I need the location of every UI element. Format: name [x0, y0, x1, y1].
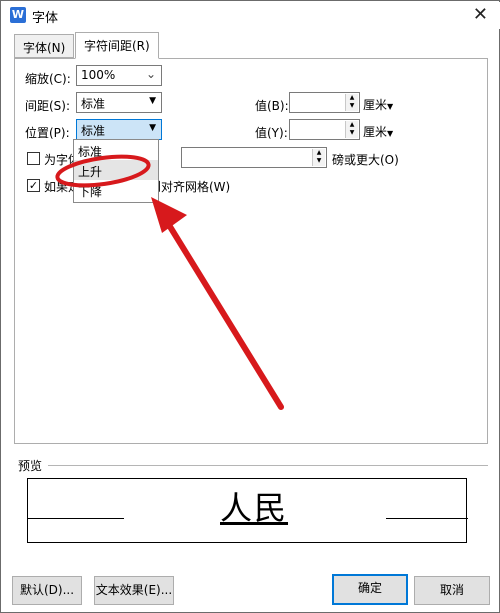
value-y-unit[interactable]: 厘米▼ — [363, 123, 393, 140]
default-button[interactable]: 默认(D)... — [12, 576, 82, 605]
snap-to-grid-checkbox[interactable]: ✓ — [27, 179, 40, 192]
kerning-suffix: 磅或更大(O) — [332, 153, 399, 167]
spinner-buttons[interactable]: ▲ ▼ — [345, 94, 358, 111]
spin-down-icon[interactable]: ▼ — [313, 157, 325, 165]
spacing-value: 标准 — [81, 97, 106, 111]
spin-up-icon[interactable]: ▲ — [346, 121, 358, 129]
preview-divider — [48, 465, 488, 466]
title-bar: W 字体 ✕ — [2, 2, 500, 29]
position-option-raised[interactable]: 上升 — [74, 160, 158, 180]
close-icon[interactable]: ✕ — [473, 4, 488, 25]
preview-sample-text: 人民 — [220, 489, 289, 527]
snap-to-grid-label-end: 则对齐网格(W) — [149, 180, 231, 194]
spacing-label: 间距(S): — [25, 99, 71, 113]
spin-up-icon[interactable]: ▲ — [313, 149, 325, 157]
preview-baseline-right — [386, 518, 468, 519]
character-spacing-panel — [14, 58, 488, 444]
value-y-unit-label: 厘米 — [363, 125, 388, 139]
value-b-unit[interactable]: 厘米▼ — [363, 96, 393, 113]
spin-down-icon[interactable]: ▼ — [346, 102, 358, 110]
kerning-checkbox[interactable] — [27, 152, 40, 165]
value-b-unit-label: 厘米 — [363, 98, 388, 112]
preview-baseline-left — [28, 518, 124, 519]
scale-select[interactable]: 100% ⌄ — [76, 65, 162, 86]
chevron-down-icon: ⌄ — [145, 67, 156, 81]
dropdown-arrow-icon: ▼ — [149, 123, 156, 133]
value-b-label: 值(B): — [255, 99, 289, 113]
spinner-buttons[interactable]: ▲ ▼ — [345, 121, 358, 138]
spinner-buttons[interactable]: ▲ ▼ — [312, 149, 325, 166]
value-y-spinner[interactable]: ▲ ▼ — [289, 119, 360, 140]
cancel-button[interactable]: 取消 — [414, 576, 490, 605]
ok-button[interactable]: 确定 — [332, 574, 408, 605]
scale-label: 缩放(C): — [25, 72, 71, 86]
position-dropdown-list[interactable]: 标准 上升 下降 — [73, 139, 159, 203]
tab-character-spacing[interactable]: 字符间距(R) — [75, 32, 159, 59]
dropdown-arrow-icon: ▼ — [149, 96, 156, 106]
position-option-lowered[interactable]: 下降 — [74, 180, 158, 200]
wps-writer-icon: W — [10, 7, 26, 23]
value-y-label: 值(Y): — [255, 126, 288, 140]
preview-label: 预览 — [18, 459, 43, 473]
window-title: 字体 — [32, 11, 59, 26]
unit-dropdown-icon: ▼ — [387, 129, 394, 138]
position-select[interactable]: 标准 ▼ — [76, 119, 162, 140]
position-label: 位置(P): — [25, 126, 70, 140]
spin-down-icon[interactable]: ▼ — [346, 129, 358, 137]
spin-up-icon[interactable]: ▲ — [346, 94, 358, 102]
position-option-standard[interactable]: 标准 — [74, 140, 158, 160]
spacing-select[interactable]: 标准 ▼ — [76, 92, 162, 113]
tab-font[interactable]: 字体(N) — [14, 34, 75, 58]
text-effect-button[interactable]: 文本效果(E)... — [94, 576, 174, 605]
position-value: 标准 — [81, 124, 106, 138]
preview-box: 人民 — [27, 478, 468, 543]
value-b-spinner[interactable]: ▲ ▼ — [289, 92, 360, 113]
font-dialog: W 字体 ✕ 字体(N) 字符间距(R) 缩放(C): 100% ⌄ 间距(S)… — [0, 0, 500, 613]
scale-value: 100% — [81, 68, 116, 82]
kerning-size-spinner[interactable]: ▲ ▼ — [181, 147, 327, 168]
unit-dropdown-icon: ▼ — [387, 102, 394, 111]
